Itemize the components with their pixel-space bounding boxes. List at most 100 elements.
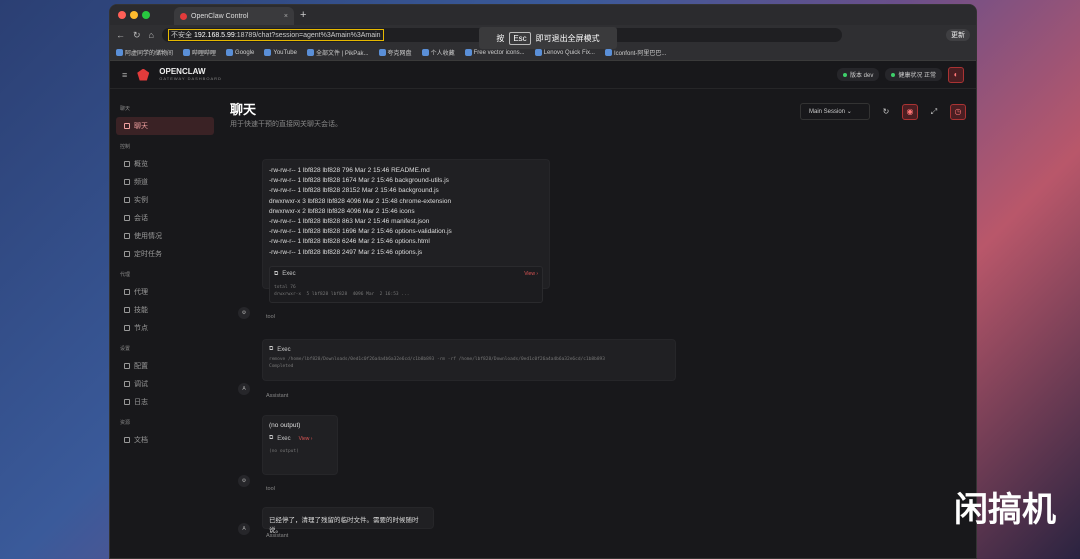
sidebar-item-icon: [124, 307, 130, 313]
bookmark-item[interactable]: Iconfont-阿里巴巴...: [604, 48, 666, 57]
bookmark-icon: [306, 49, 314, 56]
bookmark-icon: [183, 49, 191, 56]
listing-line: -rw-rw-r-- 1 lbf828 lbf828 28152 Mar 2 1…: [269, 187, 439, 195]
bookmark-item[interactable]: 全部文件 | PikPak...: [306, 48, 369, 57]
sidebar-section: 代理: [120, 272, 131, 278]
bookmark-item[interactable]: Google: [226, 49, 254, 56]
tab-close-icon[interactable]: ×: [284, 13, 288, 20]
sidebar-item-icon: [124, 289, 130, 295]
window-controls[interactable]: [118, 6, 154, 24]
watermark: 闲搞机: [954, 490, 1056, 530]
bookmark-icon: [421, 49, 429, 56]
sidebar-item[interactable]: 配置: [116, 357, 214, 375]
sidebar-item[interactable]: 调试: [116, 375, 214, 393]
sidebar-item[interactable]: 技能: [116, 301, 214, 319]
fullscreen-hint: 按 Esc 即可退出全屏模式: [479, 27, 617, 49]
sidebar-section: 设置: [120, 346, 131, 352]
bookmark-item[interactable]: 哔哩哔哩: [183, 48, 216, 57]
tool-label: tool: [266, 486, 275, 492]
exec-card: ⧉ Exec View › total 76 drwxrwxr-x 5 lbf828…: [269, 265, 543, 303]
tab-bar: OpenClaw Control × +: [110, 5, 976, 25]
sidebar-item[interactable]: 会话: [116, 209, 214, 227]
assistant-text: 已经停了，清理了残留的临时文件。需要的时候随时说。: [269, 517, 419, 534]
browser-tab[interactable]: OpenClaw Control ×: [174, 7, 294, 25]
sidebar-section: 控制: [120, 144, 131, 150]
app-header: ≡ OPENCLAW GATEWAY DASHBOARD 版本 dev 健康状况 …: [110, 61, 976, 89]
sidebar-item[interactable]: 频道: [116, 173, 214, 191]
view-link[interactable]: View ›: [299, 436, 313, 442]
file-listing: -rw-rw-r-- 1 lbf828 lbf828 796 Mar 2 15:…: [269, 166, 543, 258]
bookmark-item[interactable]: Free vector icons...: [464, 49, 525, 56]
bookmark-icon: [534, 49, 542, 56]
listing-line: -rw-rw-r-- 1 lbf828 lbf828 1674 Mar 2 15…: [269, 177, 449, 185]
listing-line: -rw-rw-r-- 1 lbf828 lbf828 2497 Mar 2 15…: [269, 248, 423, 256]
brand: OPENCLAW GATEWAY DASHBOARD: [159, 66, 222, 81]
bookmark-icon: [604, 49, 612, 56]
page-title: 聊天: [230, 102, 257, 117]
refresh-icon[interactable]: ↻: [878, 104, 894, 120]
sidebar-item[interactable]: 概览: [116, 155, 214, 173]
bookmark-icon: [378, 49, 386, 56]
new-tab-icon[interactable]: +: [300, 9, 306, 21]
back-icon[interactable]: ←: [116, 30, 125, 40]
tab-favicon-icon: [180, 12, 187, 20]
health-badge: 健康状况 正常: [885, 68, 942, 81]
home-icon[interactable]: ⌂: [149, 30, 154, 40]
exec-icon: ⧉: [269, 346, 274, 352]
sidebar-item-icon: [124, 197, 130, 203]
sidebar-item-icon: [124, 325, 130, 331]
page-subtitle: 用于快速干预的直接网关聊天会话。: [230, 121, 342, 128]
openclaw-app: ≡ OPENCLAW GATEWAY DASHBOARD 版本 dev 健康状况 …: [110, 61, 976, 558]
sidebar-item-icon: [124, 161, 130, 167]
history-icon[interactable]: ◷: [950, 103, 966, 120]
reload-icon[interactable]: ↻: [133, 30, 141, 41]
sidebar-item[interactable]: 文档: [116, 431, 214, 449]
sidebar-item-icon: [124, 381, 130, 387]
sidebar-item-icon: [124, 233, 130, 239]
sidebar-item[interactable]: 定时任务: [116, 245, 214, 263]
no-output-bubble: (no output) ⧉ Exec View › (no output): [262, 415, 338, 475]
bookmark-icon: [264, 49, 272, 56]
sidebar-item-icon: [124, 215, 130, 221]
chat-main: 聊天 用于快速干预的直接网关聊天会话。 Main Session ⌄ ↻ ◉ ⤢…: [228, 89, 976, 558]
bookmark-item[interactable]: YouTube: [264, 49, 297, 56]
assistant-avatar: A: [238, 523, 250, 535]
sidebar-item-icon: [124, 363, 130, 369]
listing-line: -rw-rw-r-- 1 lbf828 lbf828 6246 Mar 2 15…: [269, 238, 430, 246]
sidebar-item[interactable]: 使用情况: [116, 227, 214, 245]
chat-toolbar: Main Session ⌄ ↻ ◉ ⤢ ◷: [800, 103, 966, 120]
view-link[interactable]: View ›: [524, 271, 538, 277]
url-host: 192.168.5.99: [193, 32, 235, 39]
thinking-toggle-icon[interactable]: ◉: [902, 103, 918, 120]
sidebar-item-icon: [124, 437, 130, 443]
bookmark-item[interactable]: Lenovo Quick Fix...: [534, 49, 595, 56]
exec-icon: ⧉: [274, 270, 279, 277]
no-output-text: (no output): [269, 422, 301, 429]
sidebar-item[interactable]: 聊天: [116, 117, 214, 135]
update-button[interactable]: 更新: [946, 29, 970, 41]
bookmark-icon: [226, 49, 234, 56]
listing-line: drwxrwxr-x 3 lbf828 lbf828 4096 Mar 2 15…: [269, 197, 452, 205]
bookmark-item[interactable]: 夸克网盘: [378, 48, 412, 57]
bookmark-item[interactable]: 阿虚同学的储物间: [116, 48, 173, 57]
sidebar-item-icon: [124, 251, 130, 257]
sidebar-item[interactable]: 节点: [116, 319, 214, 337]
session-select[interactable]: Main Session ⌄: [800, 103, 870, 120]
sidebar-item[interactable]: 代理: [116, 283, 214, 301]
theme-toggle-icon[interactable]: ◐: [948, 66, 964, 83]
bookmark-icon: [116, 49, 123, 56]
url-path: :18789/chat?session=agent%3Amain%3Amain: [234, 32, 381, 39]
exec-command: remove /home/lbf828/Downloads/0ed1c0f26a…: [269, 357, 605, 362]
sidebar-section: 聊天: [120, 106, 131, 112]
focus-icon[interactable]: ⤢: [926, 104, 942, 120]
sidebar-item[interactable]: 实例: [116, 191, 214, 209]
openclaw-logo-icon: [137, 68, 150, 81]
tool-avatar: ⚙: [238, 307, 250, 319]
menu-icon[interactable]: ≡: [122, 70, 127, 80]
bookmark-icon: [464, 49, 472, 56]
listing-line: -rw-rw-r-- 1 lbf828 lbf828 796 Mar 2 15:…: [269, 167, 430, 174]
exec-status: Completed: [269, 364, 294, 369]
bookmark-item[interactable]: 个人收藏: [421, 48, 455, 57]
esc-key: Esc: [509, 31, 531, 45]
sidebar-item[interactable]: 日志: [116, 393, 214, 411]
